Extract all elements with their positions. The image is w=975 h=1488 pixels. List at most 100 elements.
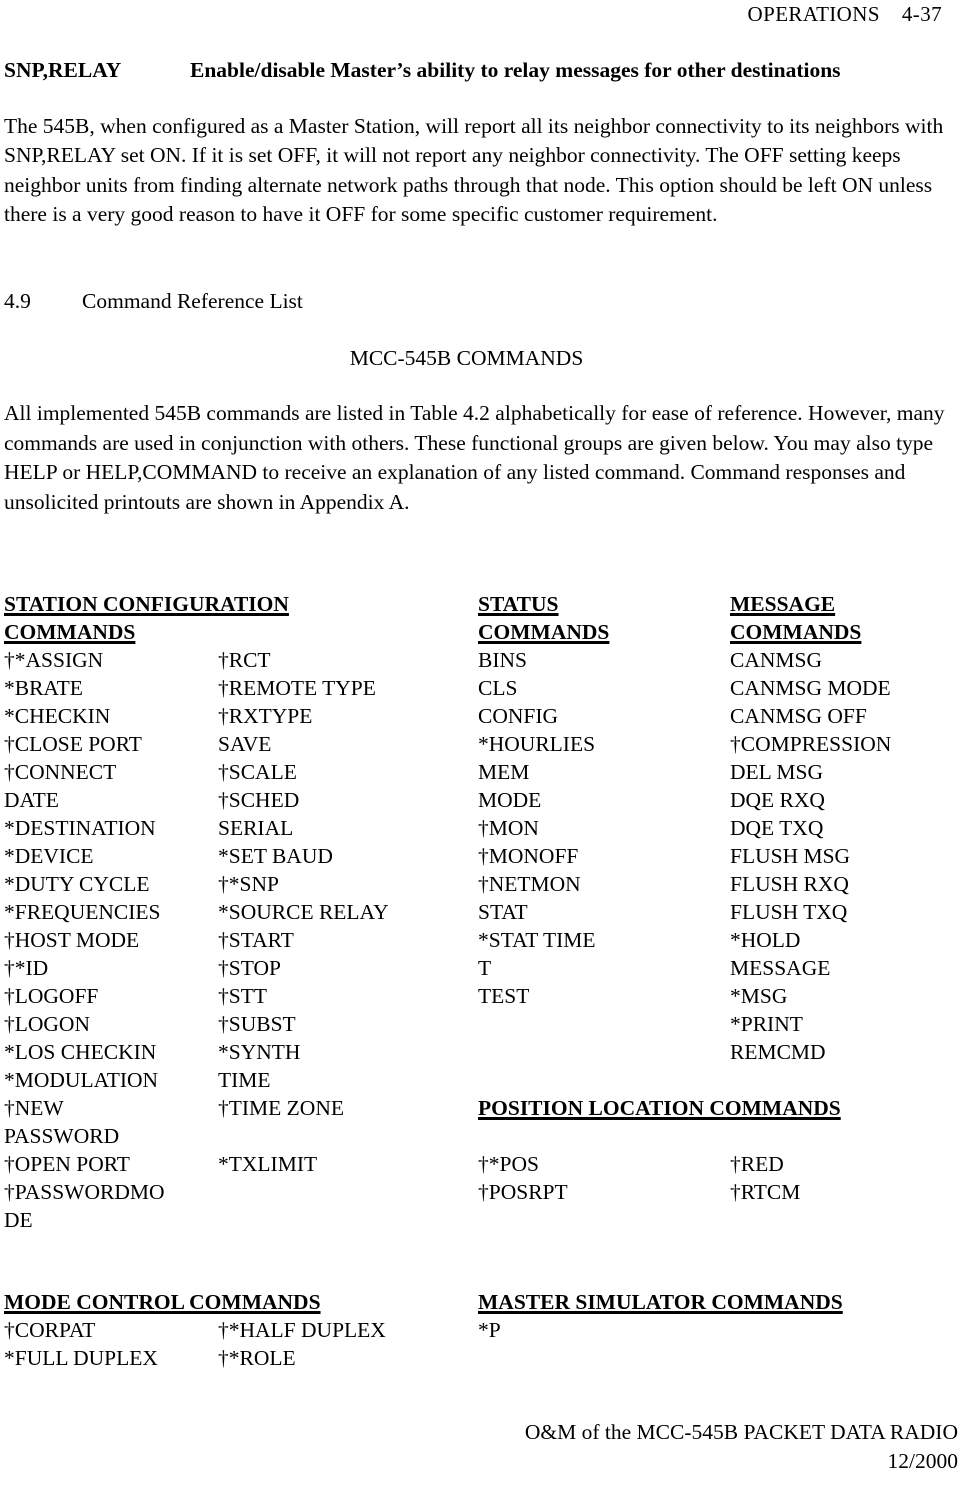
- table-row: *DEVICE *SET BAUD †MONOFF FLUSH MSG: [4, 842, 969, 870]
- header-section-label: OPERATIONS: [747, 2, 880, 26]
- command-item: †RCT: [218, 648, 271, 672]
- command-item: †RTCM: [730, 1180, 801, 1204]
- command-item: DEL MSG: [730, 760, 823, 784]
- table-row: *FULL DUPLEX †*ROLE: [4, 1344, 969, 1372]
- section-title: Command Reference List: [82, 288, 303, 313]
- command-item: †MON: [478, 816, 539, 840]
- group-headings-row-2: COMMANDS COMMANDS COMMANDS: [4, 618, 969, 646]
- command-item: *DESTINATION: [4, 816, 156, 840]
- command-item: SAVE: [218, 732, 272, 756]
- command-item: †STOP: [218, 956, 281, 980]
- command-item: *FULL DUPLEX: [4, 1346, 158, 1370]
- intro-paragraph: The 545B, when configured as a Master St…: [4, 113, 944, 227]
- command-item: †COMPRESSION: [730, 732, 892, 756]
- command-item: T: [478, 956, 492, 980]
- command-item: FLUSH TXQ: [730, 900, 848, 924]
- command-item: DQE TXQ: [730, 816, 824, 840]
- table-row: †PASSWORDMO †POSRPT †RTCM: [4, 1178, 969, 1206]
- command-item: *BRATE: [4, 676, 83, 700]
- table-row: *BRATE †REMOTE TYPE CLS CANMSG MODE: [4, 674, 969, 702]
- command-item: †NEW: [4, 1096, 64, 1120]
- command-item: †*ID: [4, 956, 49, 980]
- command-groups-grid: STATION CONFIGURATION STATUS MESSAGE COM…: [4, 590, 969, 1234]
- table-row: *CHECKIN †RXTYPE CONFIG CANMSG OFF: [4, 702, 969, 730]
- command-item: MESSAGE: [730, 956, 831, 980]
- command-item: *MSG: [730, 984, 788, 1008]
- group-heading-message: MESSAGE: [730, 592, 836, 616]
- table-row: †LOGON †SUBST *PRINT: [4, 1010, 969, 1038]
- page-footer: O&M of the MCC-545B PACKET DATA RADIO 12…: [0, 1418, 958, 1476]
- table-row: †CONNECT †SCALE MEM DEL MSG: [4, 758, 969, 786]
- command-item: REMCMD: [730, 1040, 826, 1064]
- group-heading-message-line2: COMMANDS: [730, 620, 862, 644]
- table-row: *DESTINATION SERIAL †MON DQE TXQ: [4, 814, 969, 842]
- command-item: *FREQUENCIES: [4, 900, 161, 924]
- command-item: DQE RXQ: [730, 788, 825, 812]
- command-item: †POSRPT: [478, 1180, 568, 1204]
- command-item: †PASSWORDMO: [4, 1180, 165, 1204]
- command-item: DE: [4, 1208, 33, 1232]
- command-item: †*HALF DUPLEX: [218, 1318, 386, 1342]
- command-item: DATE: [4, 788, 59, 812]
- table-row: †OPEN PORT *TXLIMIT †*POS †RED: [4, 1150, 969, 1178]
- command-reference-paragraph: All implemented 545B commands are listed…: [4, 401, 945, 514]
- group-heading-status: STATUS: [478, 592, 559, 616]
- footer-date: 12/2000: [887, 1449, 958, 1473]
- lower-command-groups: MODE CONTROL COMMANDS MASTER SIMULATOR C…: [4, 1288, 969, 1372]
- command-item: MEM: [478, 760, 530, 784]
- table-row: †*ASSIGN †RCT BINS CANMSG: [4, 646, 969, 674]
- command-item: †OPEN PORT: [4, 1152, 130, 1176]
- command-item: †SCHED: [218, 788, 300, 812]
- command-item: †CLOSE PORT: [4, 732, 142, 756]
- command-item: †START: [218, 928, 294, 952]
- table-row: DE: [4, 1206, 969, 1234]
- command-item: †SUBST: [218, 1012, 296, 1036]
- command-item: †LOGOFF: [4, 984, 99, 1008]
- command-item: BINS: [478, 648, 527, 672]
- command-item: †NETMON: [478, 872, 581, 896]
- command-item: †HOST MODE: [4, 928, 140, 952]
- command-item: †*ASSIGN: [4, 648, 104, 672]
- command-item: *MODULATION: [4, 1068, 159, 1092]
- table-row: †LOGOFF †STT TEST *MSG: [4, 982, 969, 1010]
- header-page-number: 4-37: [901, 2, 942, 26]
- command-item: †RXTYPE: [218, 704, 313, 728]
- command-item: †*ROLE: [218, 1346, 296, 1370]
- group-heading-station-configuration-line2: COMMANDS: [4, 620, 136, 644]
- command-item: *HOURLIES: [478, 732, 596, 756]
- command-item: †*POS: [478, 1152, 539, 1176]
- command-name: SNP,RELAY: [4, 58, 122, 82]
- table-row: *DUTY CYCLE †*SNP †NETMON FLUSH RXQ: [4, 870, 969, 898]
- command-item: *SOURCE RELAY: [218, 900, 389, 924]
- table-row: †CLOSE PORT SAVE *HOURLIES †COMPRESSION: [4, 730, 969, 758]
- command-item: PASSWORD: [4, 1124, 120, 1148]
- command-item: MODE: [478, 788, 542, 812]
- section-heading: 4.9 Command Reference List: [4, 287, 956, 317]
- table-row: *LOS CHECKIN *SYNTH REMCMD: [4, 1038, 969, 1066]
- command-item: †REMOTE TYPE: [218, 676, 376, 700]
- table-row: PASSWORD: [4, 1122, 969, 1150]
- table-row: †HOST MODE †START *STAT TIME *HOLD: [4, 926, 969, 954]
- command-item: CONFIG: [478, 704, 559, 728]
- command-item: *CHECKIN: [4, 704, 111, 728]
- command-item: †TIME ZONE: [218, 1096, 344, 1120]
- command-item: *PRINT: [730, 1012, 803, 1036]
- command-item: CANMSG OFF: [730, 704, 867, 728]
- command-item: *TXLIMIT: [218, 1152, 318, 1176]
- command-item: *P: [478, 1318, 501, 1342]
- command-item: †STT: [218, 984, 267, 1008]
- page-content: SNP,RELAY Enable/disable Master’s ability…: [4, 58, 956, 517]
- table-row: †*ID †STOP T MESSAGE: [4, 954, 969, 982]
- running-header: OPERATIONS 4-37: [0, 2, 942, 27]
- lower-headings-row: MODE CONTROL COMMANDS MASTER SIMULATOR C…: [4, 1288, 969, 1316]
- command-item: STAT: [478, 900, 528, 924]
- command-item: †CONNECT: [4, 760, 117, 784]
- group-heading-mode-control: MODE CONTROL COMMANDS: [4, 1290, 321, 1314]
- command-item: †RED: [730, 1152, 784, 1176]
- command-item: TIME: [218, 1068, 271, 1092]
- table-row: DATE †SCHED MODE DQE RXQ: [4, 786, 969, 814]
- command-item: †LOGON: [4, 1012, 90, 1036]
- command-item: †SCALE: [218, 760, 297, 784]
- command-item: *STAT TIME: [478, 928, 596, 952]
- table-row: *MODULATION TIME: [4, 1066, 969, 1094]
